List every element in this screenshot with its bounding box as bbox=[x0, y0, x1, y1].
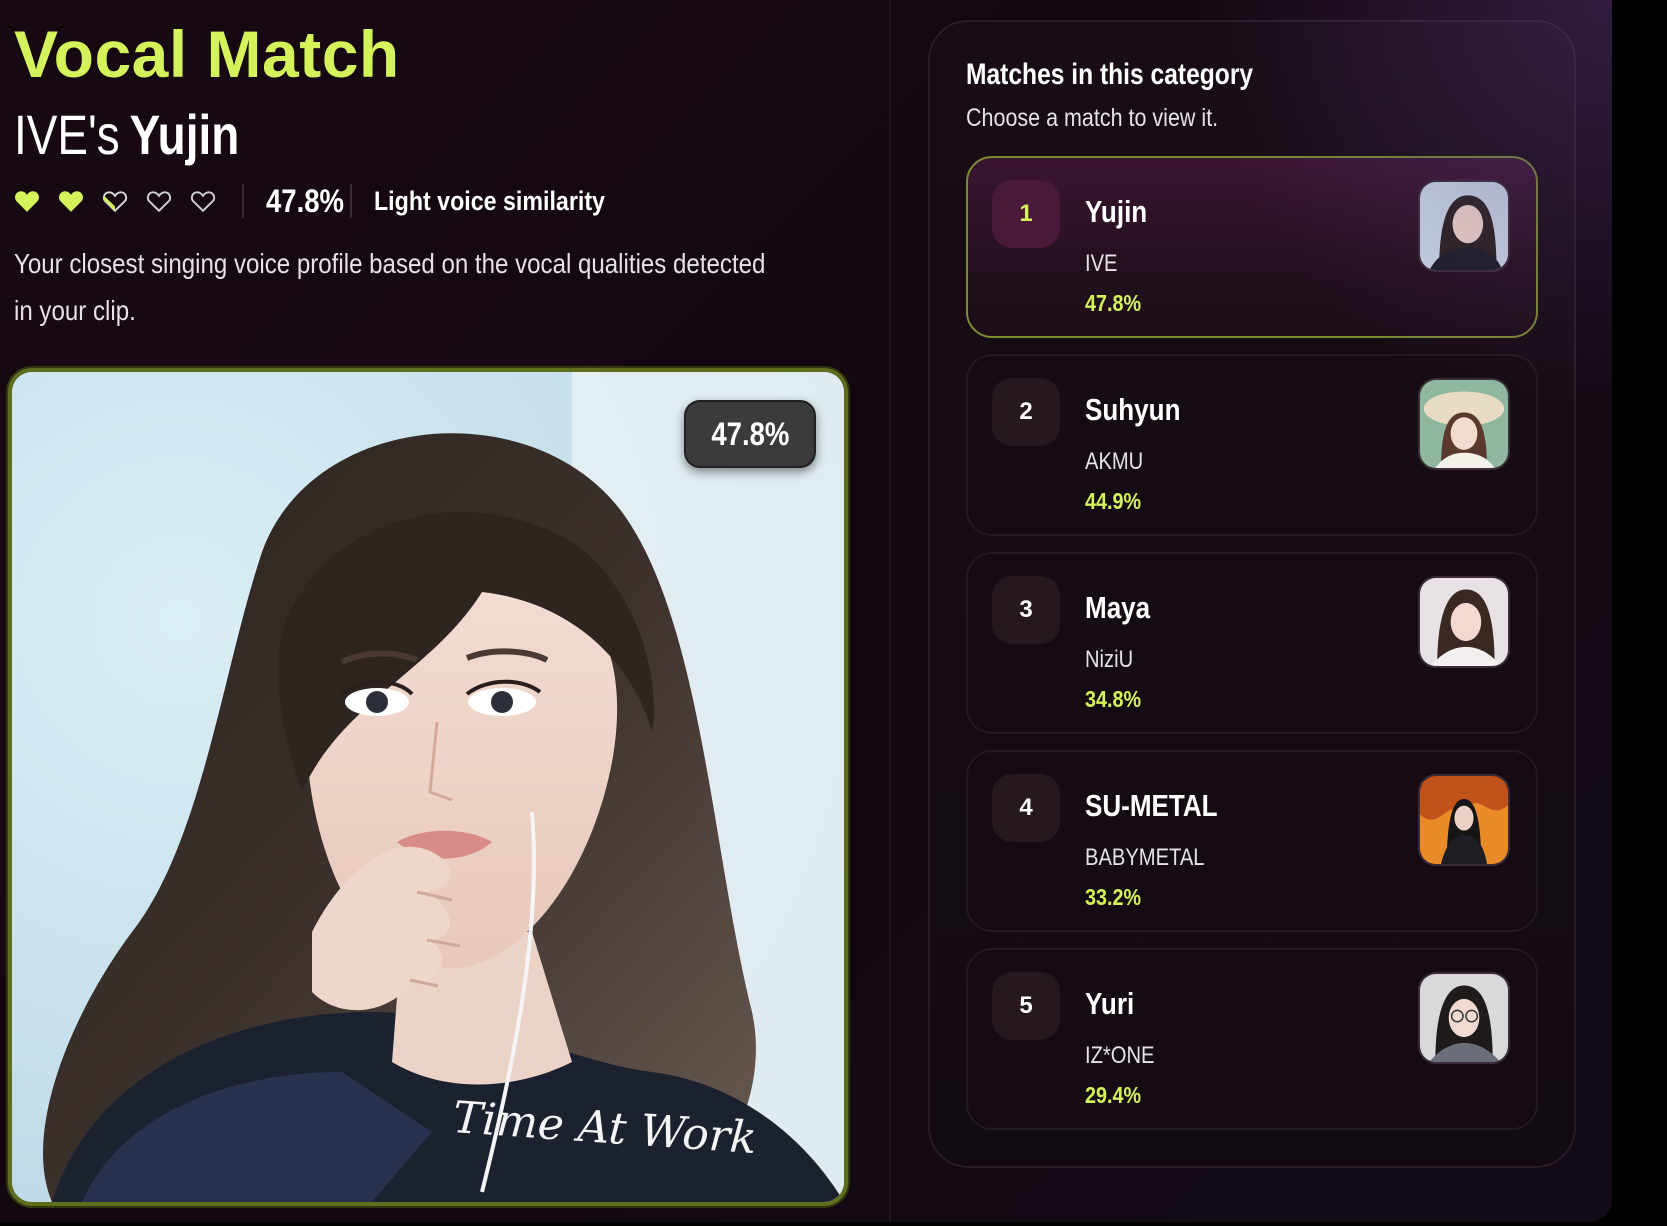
match-percent: 33.2% bbox=[1085, 884, 1142, 910]
match-rank: 2 bbox=[992, 378, 1060, 446]
match-rank: 3 bbox=[992, 576, 1060, 644]
match-percent: 44.9% bbox=[1085, 488, 1142, 514]
match-percent: 47.8% bbox=[1085, 290, 1142, 316]
vocal-match-app: Vocal Match IVE's Yujin 47.8% Light voice… bbox=[0, 0, 1612, 1222]
heart-empty-icon bbox=[190, 189, 216, 213]
similarity-rating: 47.8% Light voice similarity bbox=[14, 178, 643, 224]
match-rank: 5 bbox=[992, 972, 1060, 1040]
match-card-su-metal[interactable]: 4 SU-METAL BABYMETAL 33.2% bbox=[966, 750, 1538, 932]
group-prefix: IVE's bbox=[14, 103, 120, 166]
page-title: Vocal Match bbox=[14, 17, 400, 91]
match-description: Your closest singing voice profile based… bbox=[14, 248, 766, 326]
match-list: 1 Yujin IVE 47.8% 2 Suhyun AKMU 44.9% 3 … bbox=[966, 156, 1538, 1146]
artist-heading: IVE's Yujin bbox=[14, 102, 239, 167]
match-card-yujin[interactable]: 1 Yujin IVE 47.8% bbox=[966, 156, 1538, 338]
match-group: NiziU bbox=[1085, 646, 1134, 673]
similarity-label: Light voice similarity bbox=[374, 185, 605, 216]
artist-portrait-illustration: Time At Work bbox=[12, 372, 844, 1202]
match-avatar bbox=[1418, 180, 1510, 272]
heart-rating bbox=[14, 189, 234, 213]
artist-photo-card: Time At Work 47.8% bbox=[8, 368, 848, 1206]
photo-percent-badge: 47.8% bbox=[684, 400, 816, 468]
match-group: IVE bbox=[1085, 250, 1118, 277]
match-group: BABYMETAL bbox=[1085, 844, 1205, 871]
match-rank: 1 bbox=[992, 180, 1060, 248]
heart-partial-icon bbox=[102, 189, 128, 213]
match-name: Yujin bbox=[1085, 194, 1148, 229]
match-card-maya[interactable]: 3 Maya NiziU 34.8% bbox=[966, 552, 1538, 734]
match-percent: 29.4% bbox=[1085, 1082, 1142, 1108]
match-name: SU-METAL bbox=[1085, 788, 1218, 823]
panel-title: Matches in this category bbox=[966, 58, 1254, 91]
match-group: AKMU bbox=[1085, 448, 1144, 475]
matches-panel: Matches in this category Choose a match … bbox=[928, 20, 1576, 1168]
column-divider bbox=[889, 0, 891, 1222]
match-card-yuri[interactable]: 5 Yuri IZ*ONE 29.4% bbox=[966, 948, 1538, 1130]
rating-separator bbox=[242, 184, 244, 218]
heart-filled-icon bbox=[58, 189, 84, 213]
match-avatar bbox=[1418, 378, 1510, 470]
panel-subtitle: Choose a match to view it. bbox=[966, 104, 1219, 132]
match-name: Suhyun bbox=[1085, 392, 1181, 427]
match-name: Yuri bbox=[1085, 986, 1135, 1021]
artist-name: Yujin bbox=[129, 103, 240, 166]
similarity-percent: 47.8% bbox=[266, 182, 345, 219]
match-card-suhyun[interactable]: 2 Suhyun AKMU 44.9% bbox=[966, 354, 1538, 536]
artist-photo: Time At Work bbox=[12, 372, 844, 1202]
match-avatar bbox=[1418, 972, 1510, 1064]
match-percent: 34.8% bbox=[1085, 686, 1142, 712]
heart-filled-icon bbox=[14, 189, 40, 213]
match-name: Maya bbox=[1085, 590, 1151, 625]
rating-separator bbox=[350, 184, 352, 218]
match-avatar bbox=[1418, 576, 1510, 668]
match-rank: 4 bbox=[992, 774, 1060, 842]
match-group: IZ*ONE bbox=[1085, 1042, 1155, 1069]
match-avatar bbox=[1418, 774, 1510, 866]
heart-empty-icon bbox=[146, 189, 172, 213]
